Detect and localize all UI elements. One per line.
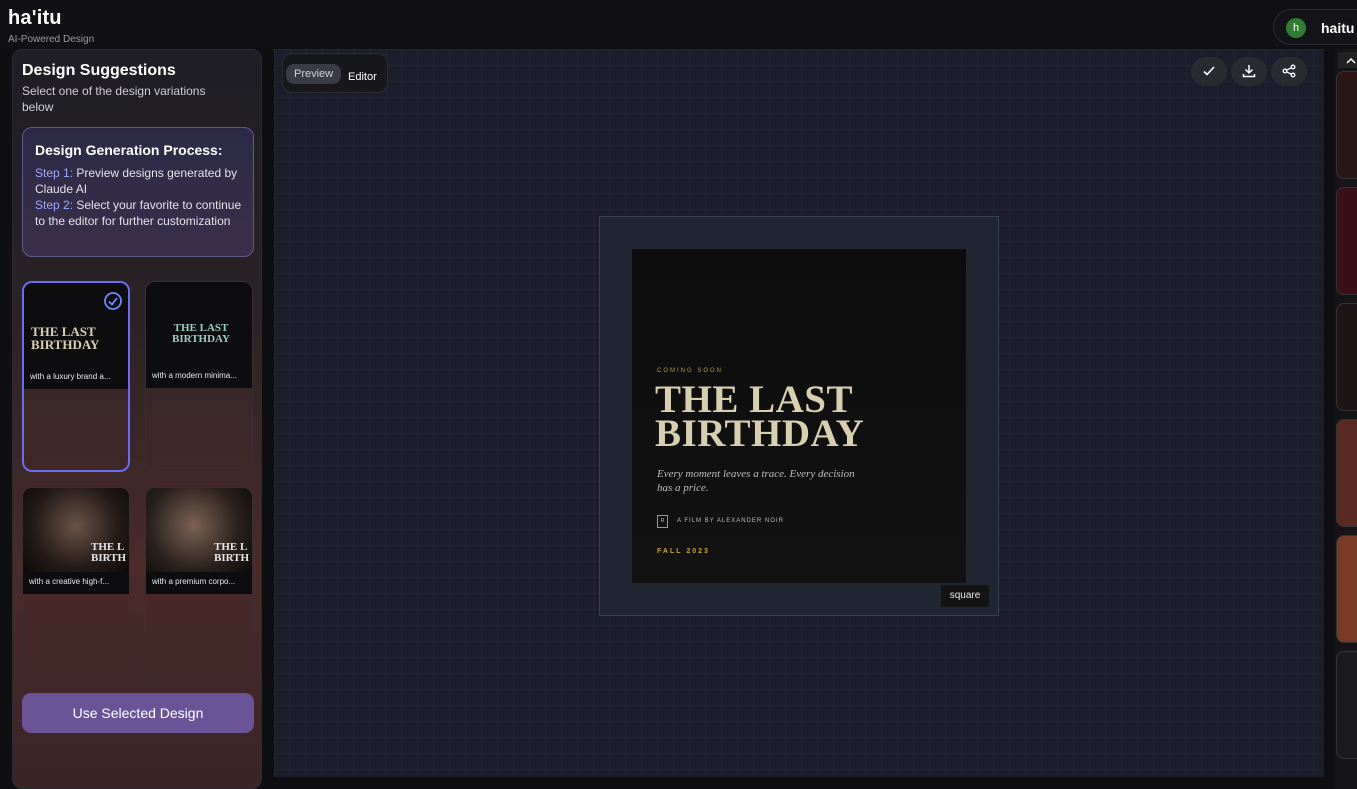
download-button[interactable] — [1231, 57, 1267, 86]
design-thumbnail: THE LAST BIRTHDAY — [146, 282, 252, 366]
thumb-title: THE L BIRTH — [91, 541, 127, 564]
step-2-label: Step 2: — [35, 198, 74, 212]
poster-release-date: FALL 2023 — [657, 548, 710, 555]
process-info-box: Design Generation Process: Step 1: Previ… — [22, 127, 254, 257]
step-2: Step 2: Select your favorite to continue… — [35, 197, 245, 229]
download-icon — [1242, 65, 1256, 78]
history-thumbnail[interactable] — [1336, 303, 1357, 411]
design-caption: with a modern minima... — [146, 366, 252, 388]
format-badge: square — [941, 585, 989, 607]
history-rail — [1335, 49, 1357, 789]
selected-check-icon — [104, 292, 122, 310]
design-thumbnail: THE L BIRTH — [23, 488, 129, 572]
username: haitu — [1321, 20, 1355, 36]
user-menu[interactable]: h haitu — [1273, 9, 1357, 45]
thumb-title: THE LAST BIRTHDAY — [172, 322, 230, 345]
share-button[interactable] — [1271, 57, 1307, 86]
process-heading: Design Generation Process: — [35, 142, 223, 158]
design-suggestions-panel: Design Suggestions Select one of the des… — [12, 49, 262, 789]
design-canvas: Preview Editor COMING SOON THE LAST BIRT… — [274, 49, 1324, 777]
history-thumbnail[interactable] — [1336, 651, 1357, 759]
avatar: h — [1286, 18, 1306, 38]
panel-subtitle: Select one of the design variations belo… — [22, 84, 206, 114]
check-icon — [1203, 66, 1215, 76]
design-caption: with a creative high-f... — [23, 572, 129, 594]
history-thumbnail[interactable] — [1336, 187, 1357, 295]
design-thumbnail: THE L BIRTH — [146, 488, 252, 572]
use-selected-design-button[interactable]: Use Selected Design — [22, 693, 254, 733]
chevron-up-icon — [1346, 57, 1356, 64]
rating-badge: R — [657, 515, 668, 528]
app-tagline: AI-Powered Design — [8, 34, 95, 45]
design-card-2[interactable]: THE LAST BIRTHDAY with a modern minima..… — [145, 281, 253, 472]
tab-editor[interactable]: Editor — [340, 67, 385, 87]
step-1-label: Step 1: — [35, 166, 74, 180]
poster-coming-soon: COMING SOON — [657, 368, 724, 374]
step-1: Step 1: Preview designs generated by Cla… — [35, 165, 245, 197]
app-logo[interactable]: ha'itu — [8, 7, 62, 30]
view-mode-toggle: Preview Editor — [282, 53, 388, 93]
tab-preview[interactable]: Preview — [286, 64, 342, 84]
design-caption: with a premium corpo... — [146, 572, 252, 594]
poster-preview[interactable]: COMING SOON THE LAST BIRTHDAY Every mome… — [632, 249, 966, 583]
thumb-title: THE L BIRTH — [214, 541, 250, 564]
design-card-3[interactable]: THE L BIRTH with a creative high-f... — [22, 487, 130, 678]
poster-title: THE LAST BIRTHDAY — [655, 380, 865, 455]
share-icon — [1282, 64, 1296, 78]
history-thumbnail[interactable] — [1336, 419, 1357, 527]
panel-title: Design Suggestions — [22, 62, 176, 79]
preview-frame: COMING SOON THE LAST BIRTHDAY Every mome… — [599, 216, 999, 616]
poster-credit: A FILM BY ALEXANDER NOIR — [677, 518, 784, 524]
thumb-title: THE LAST BIRTHDAY — [31, 324, 100, 352]
history-thumbnail[interactable] — [1336, 535, 1357, 643]
scroll-up-button[interactable] — [1338, 52, 1357, 68]
top-bar: ha'itu AI-Powered Design h haitu — [0, 0, 1357, 48]
approve-button[interactable] — [1191, 57, 1227, 86]
poster-title-line-2: BIRTHDAY — [655, 412, 865, 455]
design-card-1[interactable]: THE LAST BIRTHDAY with a luxury brand a.… — [22, 281, 130, 472]
poster-tagline: Every moment leaves a trace. Every decis… — [657, 468, 855, 494]
design-card-4[interactable]: THE L BIRTH with a premium corpo... — [145, 487, 253, 678]
design-caption: with a luxury brand a... — [24, 367, 128, 389]
history-thumbnail[interactable] — [1336, 71, 1357, 179]
